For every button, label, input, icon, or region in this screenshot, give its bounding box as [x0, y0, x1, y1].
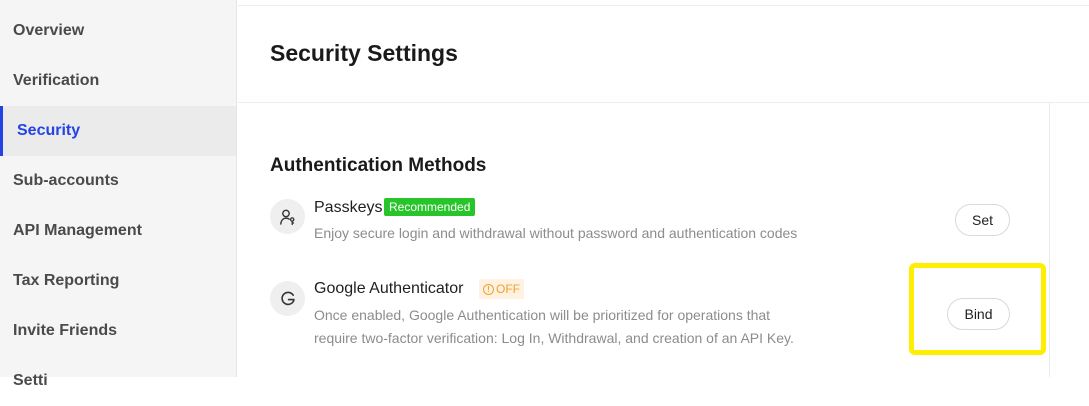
bind-button[interactable]: Bind: [947, 298, 1010, 330]
sidebar-item-label: Sub-accounts: [13, 172, 119, 189]
sidebar-item-security[interactable]: Security: [0, 106, 236, 156]
off-status-badge: ! OFF: [479, 279, 524, 299]
method-description-google-authenticator-line1: Once enabled, Google Authentication will…: [314, 307, 771, 323]
sidebar-item-label: Overview: [13, 22, 85, 39]
sidebar-item-label: Security: [17, 122, 81, 139]
sidebar-item-verification[interactable]: Verification: [0, 56, 236, 106]
recommended-badge: Recommended: [384, 198, 476, 216]
sidebar-item-api-management[interactable]: API Management: [0, 206, 236, 256]
sidebar-item-sub-accounts[interactable]: Sub-accounts: [0, 156, 236, 206]
sidebar-item-tax-reporting[interactable]: Tax Reporting: [0, 256, 236, 306]
method-description-passkeys: Enjoy secure login and withdrawal withou…: [314, 225, 798, 241]
sidebar-item-label: API Management: [13, 222, 142, 239]
sidebar-item-label: Invite Friends: [13, 322, 118, 339]
user-key-icon: [270, 199, 305, 234]
sidebar-item-label: Verification: [13, 72, 100, 89]
set-button[interactable]: Set: [955, 204, 1010, 236]
section-title: Authentication Methods: [270, 155, 487, 176]
sidebar-item-label: Tax Reporting: [13, 272, 120, 289]
sidebar-item-settings[interactable]: Setti: [0, 356, 236, 406]
method-name-google-authenticator: Google Authenticator: [314, 280, 464, 297]
info-icon: !: [483, 283, 494, 295]
sidebar-item-invite-friends[interactable]: Invite Friends: [0, 306, 236, 356]
method-name-passkeys: Passkeys: [314, 199, 383, 216]
method-description-google-authenticator-line2: require two-factor verification: Log In,…: [314, 330, 794, 346]
sidebar: Overview Verification Security Sub-accou…: [0, 0, 237, 389]
page-header: Security Settings: [238, 6, 1089, 103]
off-badge-label: OFF: [496, 282, 520, 296]
page-title: Security Settings: [270, 40, 458, 66]
main-content: Authentication Methods Passkeys Recommen…: [238, 103, 1050, 377]
sidebar-item-label: Setti: [13, 372, 48, 389]
google-g-icon: [270, 281, 305, 316]
sidebar-item-overview[interactable]: Overview: [0, 6, 236, 56]
